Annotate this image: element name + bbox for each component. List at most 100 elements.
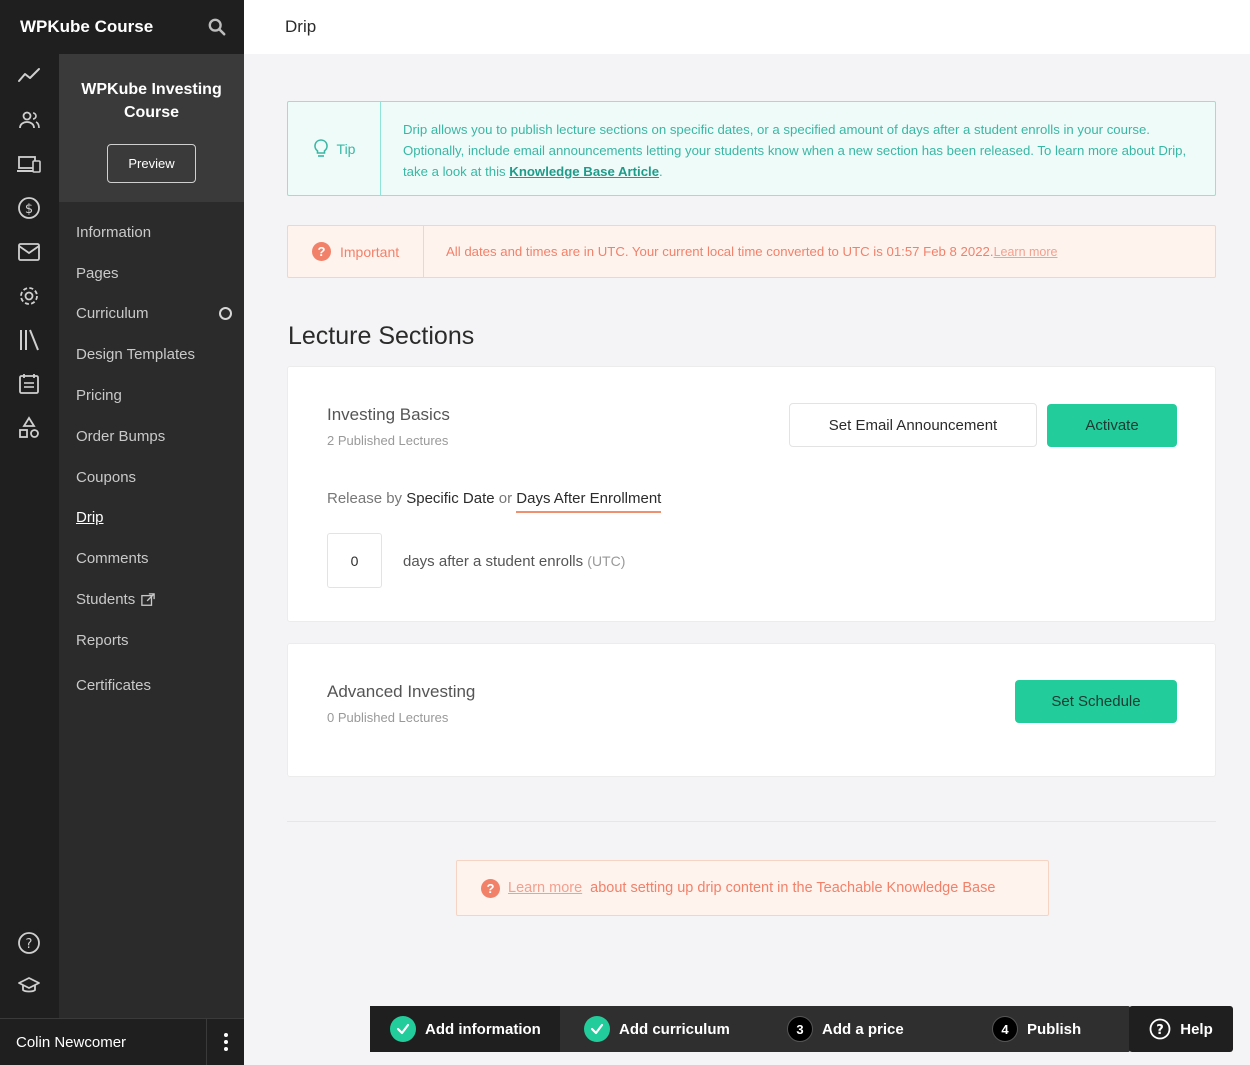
- nav-item-reports[interactable]: Reports: [59, 620, 244, 661]
- tip-end: .: [659, 164, 663, 179]
- nav-item-label: Students: [76, 591, 136, 609]
- library-icon[interactable]: [17, 328, 41, 352]
- published-count: 2 Published Lectures: [327, 433, 449, 448]
- graduation-cap-icon[interactable]: [17, 974, 41, 998]
- release-or: or: [498, 490, 513, 507]
- shapes-icon[interactable]: [17, 416, 41, 440]
- app-title[interactable]: WPKube Course: [20, 17, 190, 37]
- help-button[interactable]: ? Help: [1129, 1006, 1233, 1052]
- lightbulb-icon: [313, 138, 328, 157]
- question-circle-icon: ?: [312, 242, 331, 261]
- set-schedule-button[interactable]: Set Schedule: [1015, 680, 1177, 723]
- nav-item-label: Curriculum: [76, 305, 149, 323]
- nav-item-certificates[interactable]: Certificates: [59, 665, 244, 706]
- important-text: All dates and times are in UTC. Your cur…: [424, 226, 1215, 277]
- nav-item-students[interactable]: Students: [59, 579, 244, 620]
- step-add-information[interactable]: Add information: [370, 1006, 560, 1052]
- step-label: Publish: [1027, 1020, 1082, 1038]
- app-brand: WPKube Course: [0, 0, 244, 54]
- step-label: Add information: [425, 1020, 541, 1038]
- published-count: 0 Published Lectures: [327, 710, 449, 725]
- check-icon: [584, 1016, 610, 1042]
- nav-item-label: Information: [76, 223, 152, 241]
- nav-item-design-templates[interactable]: Design Templates: [59, 334, 244, 375]
- page-header: Drip: [244, 0, 1250, 54]
- tip-label-text: Tip: [336, 140, 356, 157]
- step-number: 4: [992, 1016, 1018, 1042]
- knowledge-base-link[interactable]: Knowledge Base Article: [509, 164, 659, 179]
- course-header: WPKube Investing Course Preview: [59, 54, 244, 202]
- nav-item-label: Pages: [76, 264, 119, 282]
- nav-item-label: Comments: [76, 550, 149, 568]
- svg-text:?: ?: [1156, 1023, 1164, 1038]
- status-ring-icon: [219, 307, 232, 321]
- course-sidebar: WPKube Investing Course Preview Informat…: [59, 54, 244, 1018]
- nav-item-pages[interactable]: Pages: [59, 253, 244, 294]
- knowledge-base-notice: ? Learn more about setting up drip conte…: [456, 860, 1049, 916]
- learn-more-link[interactable]: Learn more: [508, 880, 582, 896]
- nav-item-label: Certificates: [76, 676, 152, 694]
- important-label-text: Important: [340, 243, 400, 260]
- step-publish[interactable]: 4 Publish: [972, 1006, 1130, 1052]
- nav-item-pricing[interactable]: Pricing: [59, 375, 244, 416]
- gear-icon[interactable]: [17, 284, 41, 308]
- section-title: Advanced Investing: [327, 682, 476, 701]
- step-label: Add a price: [822, 1020, 904, 1038]
- external-link-icon: [141, 592, 155, 606]
- option-days-after-enrollment[interactable]: Days After Enrollment: [516, 490, 662, 513]
- more-vertical-icon[interactable]: [206, 1019, 244, 1065]
- nav-item-label: Pricing: [76, 387, 122, 405]
- nav-item-label: Design Templates: [76, 346, 195, 364]
- search-icon[interactable]: [190, 0, 244, 54]
- important-label: ? Important: [288, 226, 424, 277]
- nav-item-curriculum[interactable]: Curriculum: [59, 294, 244, 335]
- kb-notice-text: about setting up drip content in the Tea…: [590, 880, 996, 896]
- important-box: ? Important All dates and times are in U…: [287, 225, 1216, 278]
- release-prefix: Release by: [327, 490, 403, 507]
- icon-rail: $ ?: [0, 54, 59, 1018]
- step-add-curriculum[interactable]: Add curriculum: [560, 1006, 767, 1052]
- option-specific-date[interactable]: Specific Date: [406, 490, 494, 507]
- question-circle-icon: ?: [481, 878, 500, 898]
- dollar-icon[interactable]: $: [17, 196, 41, 220]
- set-email-announcement-button[interactable]: Set Email Announcement: [789, 403, 1037, 447]
- devices-icon[interactable]: [17, 152, 41, 176]
- nav-item-order-bumps[interactable]: Order Bumps: [59, 416, 244, 457]
- help-circle-icon[interactable]: ?: [17, 931, 41, 955]
- days-description: days after a student enrolls (UTC): [403, 553, 625, 570]
- mail-icon[interactable]: [17, 240, 41, 264]
- svg-text:$: $: [25, 202, 33, 217]
- nav-item-label: Drip: [76, 509, 104, 527]
- days-text: days after a student enrolls: [403, 553, 584, 570]
- lecture-section-card: Advanced Investing 0 Published Lectures …: [287, 643, 1216, 777]
- users-icon[interactable]: [17, 108, 41, 132]
- user-name[interactable]: Colin Newcomer: [0, 1034, 206, 1051]
- calendar-icon[interactable]: [17, 372, 41, 396]
- check-icon: [390, 1016, 416, 1042]
- course-nav-list: Information Pages Curriculum Design Temp…: [59, 202, 244, 706]
- activate-button[interactable]: Activate: [1047, 404, 1177, 447]
- user-footer: Colin Newcomer: [0, 1018, 244, 1065]
- nav-item-information[interactable]: Information: [59, 212, 244, 253]
- tip-text: Drip allows you to publish lecture secti…: [381, 102, 1215, 195]
- nav-item-label: Coupons: [76, 468, 137, 486]
- section-title: Investing Basics: [327, 405, 450, 424]
- days-input[interactable]: 0: [327, 533, 382, 588]
- analytics-icon[interactable]: [17, 64, 41, 88]
- help-label: Help: [1180, 1020, 1213, 1038]
- preview-button[interactable]: Preview: [107, 144, 196, 183]
- important-body: All dates and times are in UTC. Your cur…: [446, 244, 994, 259]
- course-name: WPKube Investing Course: [81, 81, 222, 121]
- nav-item-drip[interactable]: Drip: [59, 498, 244, 539]
- tip-box: Tip Drip allows you to publish lecture s…: [287, 101, 1216, 196]
- nav-item-comments[interactable]: Comments: [59, 538, 244, 579]
- utc-label: (UTC): [587, 553, 626, 569]
- step-add-a-price[interactable]: 3 Add a price: [767, 1006, 972, 1052]
- divider: [287, 821, 1216, 822]
- tip-label: Tip: [288, 102, 381, 195]
- setup-progress-bar: Add information Add curriculum 3 Add a p…: [370, 1006, 1130, 1052]
- learn-more-link[interactable]: Learn more: [994, 245, 1058, 259]
- nav-item-coupons[interactable]: Coupons: [59, 457, 244, 498]
- lecture-section-card: Investing Basics 2 Published Lectures Se…: [287, 366, 1216, 622]
- step-number: 3: [787, 1016, 813, 1042]
